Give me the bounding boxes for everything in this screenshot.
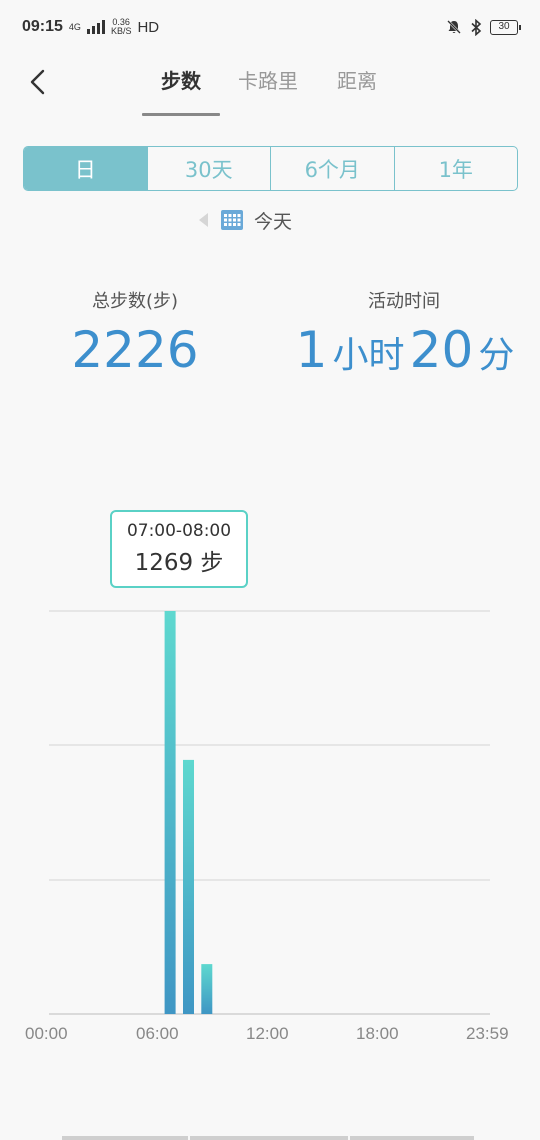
tab-steps[interactable]: 步数	[161, 66, 201, 96]
chart-bar[interactable]	[201, 964, 213, 1014]
hours-unit: 小时	[332, 335, 405, 376]
x-tick-label: 00:00	[25, 1024, 68, 1043]
network-type-label: 4G	[68, 21, 81, 32]
status-left: 09:15 4G 0.36 KB/S HD	[22, 18, 159, 36]
chart-bar[interactable]	[183, 759, 194, 1014]
status-bar: 09:15 4G 0.36 KB/S HD 30	[0, 0, 540, 54]
status-time: 09:15	[22, 18, 63, 35]
period-1-year-button[interactable]: 1年	[395, 147, 518, 190]
chevron-left-icon	[30, 69, 45, 95]
active-minutes: 20	[409, 321, 474, 379]
steps-chart-svg	[49, 610, 490, 1015]
minutes-unit: 分	[478, 335, 515, 376]
total-steps-value: 2226	[71, 321, 199, 379]
chart-bar[interactable]	[164, 611, 176, 1014]
x-tick-label: 06:00	[136, 1024, 179, 1043]
active-time-label: 活动时间	[368, 291, 440, 312]
battery-icon: 30	[490, 19, 521, 35]
previous-day-icon[interactable]	[196, 211, 210, 229]
chart-tooltip: 07:00-08:00 1269 步	[110, 510, 248, 588]
steps-chart	[0, 380, 540, 1060]
period-6-months-button[interactable]: 6个月	[271, 147, 395, 190]
battery-level: 30	[498, 20, 510, 32]
active-hours: 1	[295, 321, 328, 379]
period-30-days-button[interactable]: 30天	[148, 147, 271, 190]
network-type: 4G	[68, 21, 81, 32]
top-nav: 步数 卡路里 距离	[0, 54, 540, 120]
x-tick-label: 12:00	[246, 1024, 289, 1043]
tab-distance[interactable]: 距离	[337, 66, 377, 96]
network-speed-unit: KB/S	[110, 26, 132, 36]
tooltip-time-range: 07:00-08:00	[126, 521, 232, 541]
x-tick-label: 23:59	[466, 1024, 509, 1043]
tab-calories[interactable]: 卡路里	[238, 66, 298, 96]
date-label: 今天	[254, 210, 293, 233]
tab-indicator	[142, 113, 220, 116]
signal-icon	[86, 20, 105, 34]
total-steps-label: 总步数(步)	[91, 291, 179, 312]
bottom-tab-segment	[190, 1136, 348, 1140]
date-nav: 今天	[196, 204, 292, 236]
bell-off-icon	[447, 20, 461, 34]
x-tick-label: 18:00	[356, 1024, 399, 1043]
status-right: 30	[446, 18, 521, 36]
bottom-tab-segment	[62, 1136, 188, 1140]
network-speed: 0.36 KB/S	[111, 18, 132, 36]
calendar-icon[interactable]	[220, 209, 244, 231]
tooltip-value: 1269 步	[134, 550, 224, 576]
period-selector: 日 30天 6个月 1年	[23, 146, 518, 191]
period-day-button[interactable]: 日	[24, 147, 148, 190]
bottom-tab-segment	[350, 1136, 474, 1140]
back-button[interactable]	[22, 66, 54, 98]
bluetooth-icon	[471, 18, 482, 36]
hd-indicator: HD	[137, 18, 160, 36]
